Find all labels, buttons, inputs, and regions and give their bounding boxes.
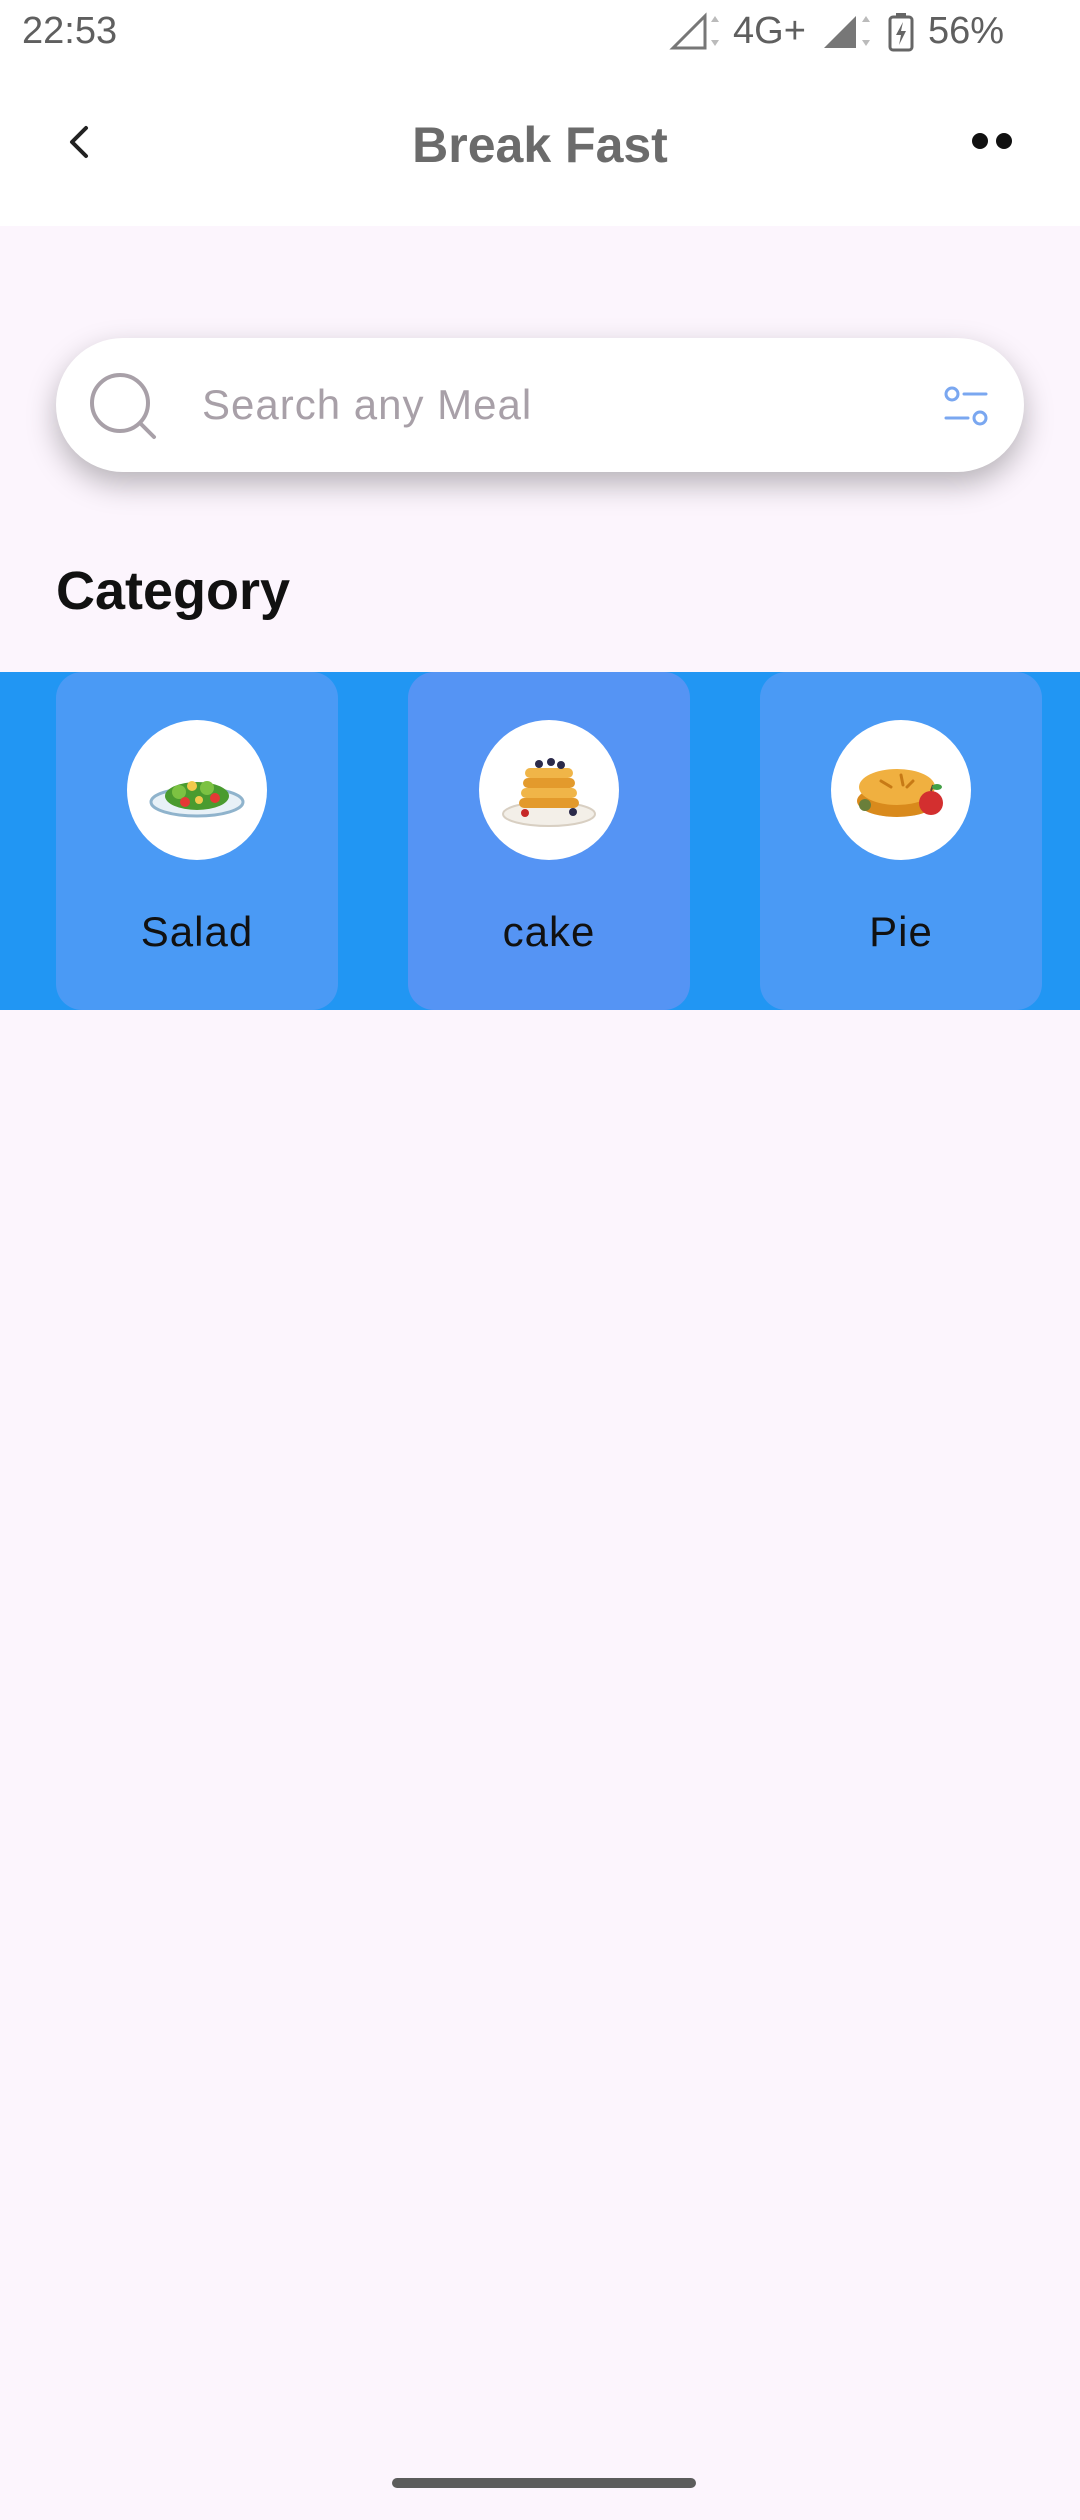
more-dots-icon xyxy=(972,133,1012,149)
category-card-pie[interactable]: Pie xyxy=(760,672,1042,1010)
category-card-cake[interactable]: cake xyxy=(408,672,690,1010)
category-heading: Category xyxy=(56,561,291,621)
home-indicator[interactable] xyxy=(392,2478,696,2488)
category-thumb xyxy=(479,720,619,860)
battery-level: 56% xyxy=(927,10,1004,52)
category-card-salad[interactable]: Salad xyxy=(56,672,338,1010)
category-thumb xyxy=(831,720,971,860)
filter-sliders-icon[interactable] xyxy=(942,382,990,430)
signal-empty-icon xyxy=(669,11,720,49)
category-label: Salad xyxy=(140,908,254,955)
page-title: Break Fast xyxy=(412,117,668,173)
salad-icon xyxy=(149,781,245,818)
app-bar: Break Fast xyxy=(0,66,1080,226)
category-label: cake xyxy=(502,908,596,955)
pancake-icon xyxy=(502,758,596,827)
status-bar: 22:53 4G+ 56% xyxy=(0,0,1080,66)
category-label: Pie xyxy=(869,908,933,955)
search-bar[interactable] xyxy=(56,338,1024,472)
battery-charging-icon xyxy=(888,12,914,51)
pie-icon xyxy=(857,769,943,817)
more-button[interactable] xyxy=(970,126,1014,156)
search-icon[interactable] xyxy=(88,371,162,445)
category-list: Salad cake Pie xyxy=(0,672,1080,1010)
category-thumb xyxy=(127,720,267,860)
status-icons: 4G+ 56% xyxy=(669,10,1004,53)
search-input[interactable] xyxy=(202,370,862,440)
network-type: 4G+ xyxy=(733,10,806,52)
status-time: 22:53 xyxy=(22,10,118,52)
signal-full-icon xyxy=(823,15,870,48)
